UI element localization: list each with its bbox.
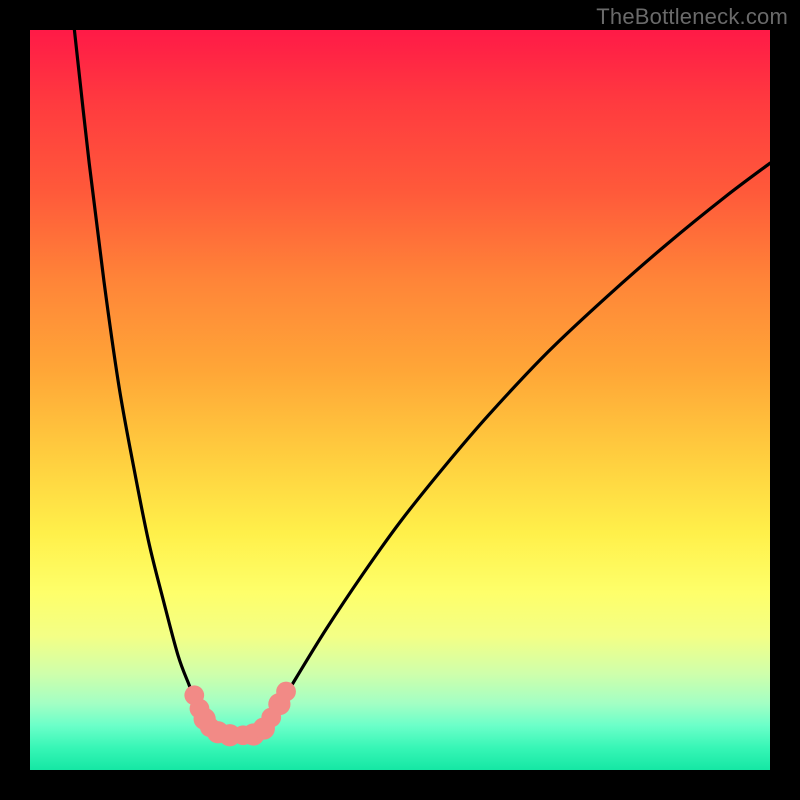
watermark-label: TheBottleneck.com	[596, 4, 788, 30]
plot-area	[30, 30, 770, 770]
curve-group	[74, 30, 770, 736]
marker-group	[184, 682, 296, 747]
data-marker	[276, 682, 296, 702]
chart-svg	[30, 30, 770, 770]
bottleneck-curve	[74, 30, 770, 736]
chart-frame: TheBottleneck.com	[0, 0, 800, 800]
